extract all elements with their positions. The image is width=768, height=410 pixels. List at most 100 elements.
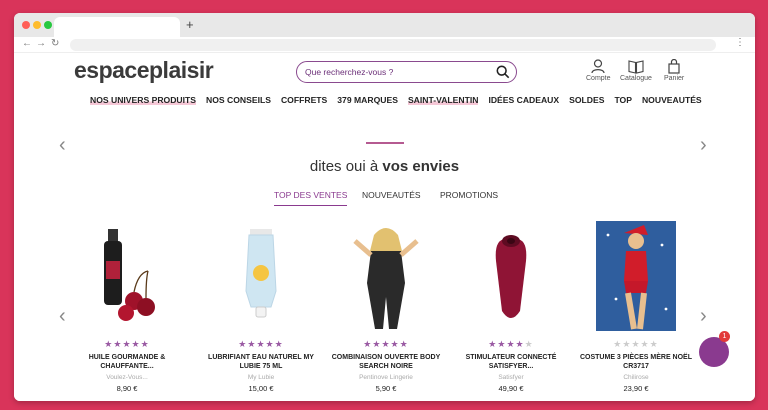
minimize-window-button[interactable] xyxy=(33,21,41,29)
star-icon: ★ xyxy=(515,339,525,349)
product-name[interactable]: STIMULATEUR CONNECTÉ SATISFYER... xyxy=(448,354,574,372)
nav-item-conseils[interactable]: NOS CONSEILS xyxy=(206,95,271,105)
close-window-button[interactable] xyxy=(22,21,30,29)
account-label: Compte xyxy=(586,75,611,82)
star-icon: ★ xyxy=(488,339,498,349)
account-button[interactable]: Compte xyxy=(586,59,611,82)
forward-icon[interactable]: → xyxy=(36,38,46,49)
product-price: 49,90 € xyxy=(498,384,524,393)
heading-decoration xyxy=(366,142,404,144)
nav-item-saint-valentin[interactable]: SAINT-VALENTIN xyxy=(407,95,479,105)
heading-bold-text: vos envies xyxy=(382,158,460,175)
site-logo[interactable]: espaceplaisir xyxy=(74,57,214,84)
star-icon: ★ xyxy=(390,339,400,349)
browser-toolbar: ← → ↻ ⋮ xyxy=(14,37,755,53)
star-icon: ★ xyxy=(649,339,659,349)
star-icon: ★ xyxy=(381,339,391,349)
product-card[interactable]: ★★★★★ HUILE GOURMANDE & CHAUFFANTE... Vo… xyxy=(64,221,190,393)
tab-top-ventes[interactable]: TOP DES VENTES xyxy=(274,190,348,206)
product-name[interactable]: LUBRIFIANT EAU NATUREL MY LUBIE 75 ML xyxy=(198,354,324,372)
product-image-lube xyxy=(245,229,277,318)
product-card[interactable]: ★★★★★ COMBINAISON OUVERTE BODY SEARCH NO… xyxy=(323,221,449,393)
star-icon: ★ xyxy=(256,339,266,349)
product-image-bodystocking xyxy=(353,228,419,329)
star-icon: ★ xyxy=(613,339,623,349)
browser-titlebar: + xyxy=(14,13,755,37)
cart-button[interactable]: Panier xyxy=(664,59,684,82)
rating-stars: ★★★★★ xyxy=(198,339,324,350)
product-image[interactable] xyxy=(596,221,676,331)
product-price: 5,90 € xyxy=(375,384,397,393)
product-card[interactable]: ★★★★★ COSTUME 3 PIÈCES MÈRE NOËL CR3717 … xyxy=(573,221,699,393)
product-card[interactable]: ★★★★★ STIMULATEUR CONNECTÉ SATISFYER... … xyxy=(448,221,574,393)
main-nav: NOS UNIVERS PRODUITS NOS CONSEILS COFFRE… xyxy=(90,95,702,105)
web-page: espaceplaisir Que recherchez-vous ? Comp… xyxy=(14,53,755,401)
heading-text: dites oui à xyxy=(309,158,383,175)
nav-item-top[interactable]: TOP xyxy=(614,95,632,105)
product-brand: Satisfyer xyxy=(498,374,524,381)
product-card[interactable]: ★★★★★ LUBRIFIANT EAU NATUREL MY LUBIE 75… xyxy=(198,221,324,393)
catalogue-button[interactable]: Catalogue xyxy=(620,59,652,82)
star-icon: ★ xyxy=(640,339,650,349)
product-image[interactable] xyxy=(466,221,556,331)
bag-icon xyxy=(668,59,680,74)
maximize-window-button[interactable] xyxy=(44,21,52,29)
rating-stars: ★★★★★ xyxy=(448,339,574,350)
product-price: 23,90 € xyxy=(623,384,649,393)
tab-nouveautes[interactable]: NOUVEAUTÉS xyxy=(362,190,421,200)
product-name[interactable]: COMBINAISON OUVERTE BODY SEARCH NOIRE xyxy=(323,354,449,372)
banner-next-arrow-icon[interactable]: › xyxy=(700,135,707,155)
product-brand: My Lubie xyxy=(247,374,275,381)
product-name[interactable]: COSTUME 3 PIÈCES MÈRE NOËL CR3717 xyxy=(573,354,699,372)
star-icon: ★ xyxy=(274,339,284,349)
address-bar[interactable] xyxy=(70,39,716,51)
tab-promotions[interactable]: PROMOTIONS xyxy=(440,190,498,200)
new-tab-button[interactable]: + xyxy=(186,17,194,32)
search-bar[interactable]: Que recherchez-vous ? xyxy=(296,61,517,83)
rating-stars: ★★★★★ xyxy=(64,339,190,350)
star-icon: ★ xyxy=(104,339,114,349)
product-name[interactable]: HUILE GOURMANDE & CHAUFFANTE... xyxy=(64,354,190,372)
nav-item-univers[interactable]: NOS UNIVERS PRODUITS xyxy=(90,95,197,105)
product-brand: Voulez-Vous... xyxy=(106,374,148,381)
product-image-costume xyxy=(596,221,676,331)
product-price: 8,90 € xyxy=(116,384,138,393)
chat-notification-badge: 1 xyxy=(719,331,730,342)
back-icon[interactable]: ← xyxy=(22,38,32,49)
product-image[interactable] xyxy=(216,221,306,331)
star-icon: ★ xyxy=(238,339,248,349)
cart-label: Panier xyxy=(664,75,685,82)
browser-window: + ← → ↻ ⋮ espaceplaisir Que recherchez-v… xyxy=(14,13,755,401)
search-input[interactable]: Que recherchez-vous ? xyxy=(305,67,393,77)
star-icon: ★ xyxy=(363,339,373,349)
book-icon xyxy=(628,60,644,74)
carousel-next-arrow-icon[interactable]: › xyxy=(700,306,707,326)
star-icon: ★ xyxy=(399,339,409,349)
catalogue-label: Catalogue xyxy=(620,75,652,82)
product-image[interactable] xyxy=(341,221,431,331)
nav-item-idees-cadeaux[interactable]: IDÉES CADEAUX xyxy=(488,95,559,105)
nav-item-coffrets[interactable]: COFFRETS xyxy=(281,95,327,105)
nav-item-marques[interactable]: 379 MARQUES xyxy=(337,95,398,105)
product-brand: Pentinove Lingerie xyxy=(359,374,413,381)
product-brand: Chilirose xyxy=(623,374,649,381)
browser-menu-icon[interactable]: ⋮ xyxy=(735,37,745,48)
star-icon: ★ xyxy=(506,339,516,349)
browser-tab[interactable] xyxy=(54,17,180,37)
product-image[interactable] xyxy=(82,221,172,331)
star-icon: ★ xyxy=(140,339,150,349)
user-icon xyxy=(591,59,605,74)
nav-item-nouveautes[interactable]: NOUVEAUTÉS xyxy=(642,95,702,105)
search-icon[interactable] xyxy=(496,65,510,79)
banner-prev-arrow-icon[interactable]: ‹ xyxy=(59,135,66,155)
nav-item-soldes[interactable]: SOLDES xyxy=(569,95,604,105)
reload-icon[interactable]: ↻ xyxy=(51,38,59,49)
product-image-stimulator xyxy=(495,235,527,318)
star-icon: ★ xyxy=(122,339,132,349)
product-image-oil xyxy=(104,229,155,321)
star-icon: ★ xyxy=(265,339,275,349)
rating-stars: ★★★★★ xyxy=(323,339,449,350)
star-icon: ★ xyxy=(524,339,534,349)
star-icon: ★ xyxy=(131,339,141,349)
star-icon: ★ xyxy=(631,339,641,349)
